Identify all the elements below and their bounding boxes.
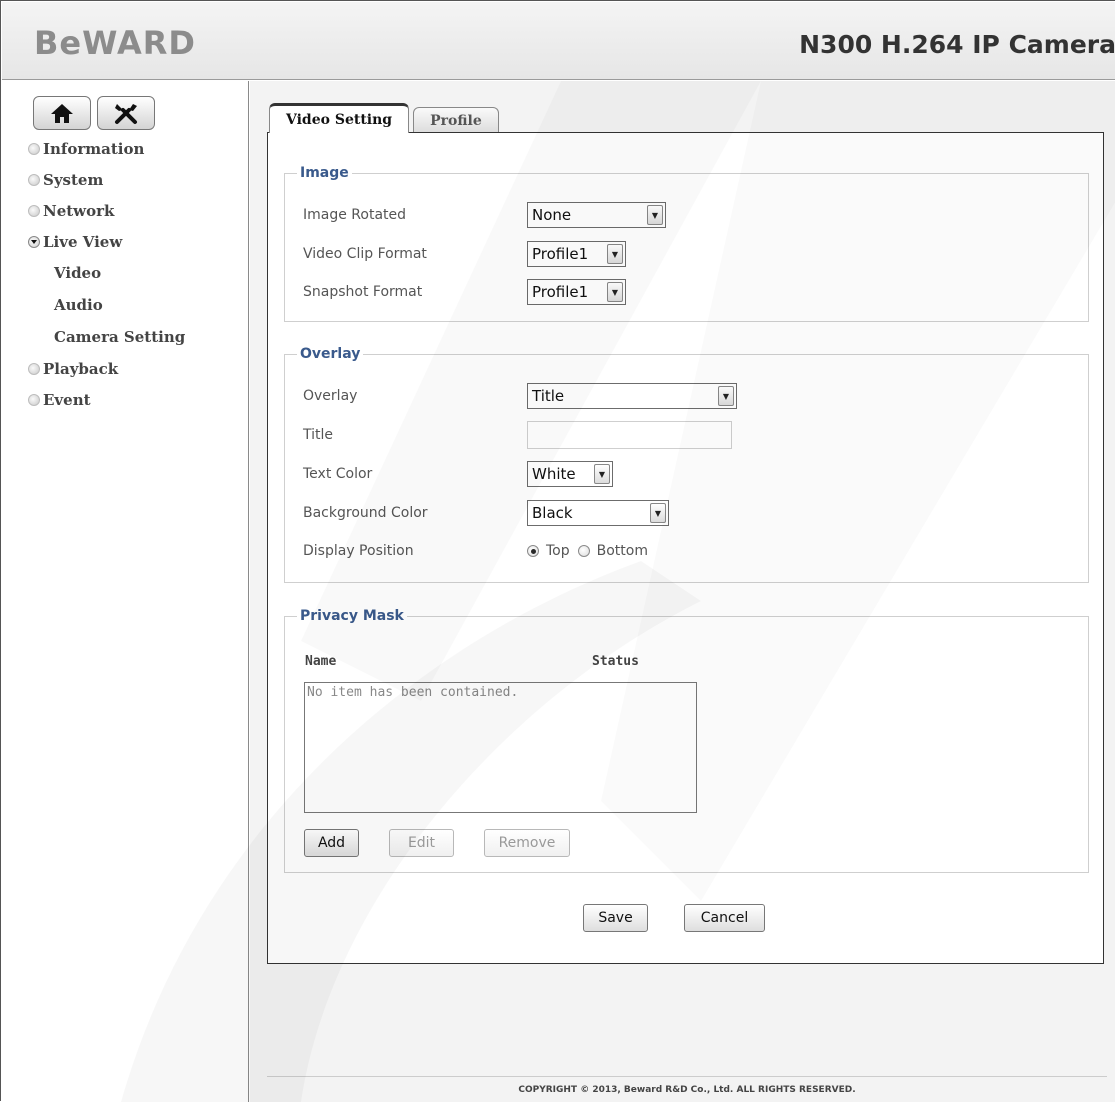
tab-bar: Video Setting Profile <box>269 103 499 133</box>
dropdown-arrow-icon: ▼ <box>650 503 666 523</box>
settings-panel: Image Image Rotated None ▼ Video Clip Fo… <box>267 132 1104 964</box>
snapshot-format-select[interactable]: Profile1 ▼ <box>527 279 626 305</box>
sidebar-item-information[interactable]: Information <box>28 133 185 164</box>
snapshot-format-row: Snapshot Format Profile1 ▼ <box>303 278 626 306</box>
video-clip-format-label: Video Clip Format <box>303 246 427 262</box>
background-color-label: Background Color <box>303 505 428 521</box>
tools-icon <box>115 104 137 124</box>
image-group: Image Image Rotated None ▼ Video Clip Fo… <box>284 165 1089 322</box>
text-color-row: Text Color White ▼ <box>303 460 613 488</box>
title-row: Title <box>303 421 732 449</box>
sidebar-nav: Information System Network Live View Vid… <box>28 133 185 415</box>
sidebar-item-label: System <box>43 170 104 189</box>
privacy-mask-legend: Privacy Mask <box>300 608 404 624</box>
title-label: Title <box>303 427 334 443</box>
position-top-radio[interactable] <box>527 545 539 557</box>
position-bottom-radio[interactable] <box>577 545 590 557</box>
tab-profile[interactable]: Profile <box>413 107 499 133</box>
bullet-icon <box>28 204 40 217</box>
title-input[interactable] <box>527 421 732 449</box>
sidebar-item-live-view[interactable]: Live View <box>28 226 185 257</box>
sidebar-item-playback[interactable]: Playback <box>28 353 185 384</box>
dropdown-arrow-icon: ▼ <box>718 386 734 406</box>
image-rotated-label: Image Rotated <box>303 207 407 223</box>
status-column-header: Status <box>592 654 639 669</box>
video-clip-format-row: Video Clip Format Profile1 ▼ <box>303 240 626 268</box>
snapshot-format-label: Snapshot Format <box>303 284 423 300</box>
app-window: BeWARD N300 H.264 IP Camera Information … <box>0 0 1115 1102</box>
bullet-icon <box>28 393 40 406</box>
empty-list-message: No item has been contained. <box>307 685 519 700</box>
background-color-select[interactable]: Black ▼ <box>527 500 669 526</box>
text-color-select[interactable]: White ▼ <box>527 461 613 487</box>
beward-logo: BeWARD <box>34 24 196 62</box>
sidebar-item-label: Information <box>43 139 145 158</box>
sidebar-subitem-video[interactable]: Video <box>28 257 185 289</box>
home-icon <box>51 104 73 123</box>
add-button[interactable]: Add <box>304 829 359 857</box>
privacy-mask-group: Privacy Mask Name Status No item has bee… <box>284 608 1089 873</box>
image-rotated-select[interactable]: None ▼ <box>527 202 666 228</box>
dropdown-arrow-icon: ▼ <box>607 244 623 264</box>
position-top-label: Top <box>546 543 570 559</box>
home-button[interactable] <box>33 96 91 130</box>
sidebar-item-label: Network <box>43 201 115 220</box>
bullet-icon <box>28 362 40 375</box>
position-bottom-label: Bottom <box>596 543 648 559</box>
sidebar: Information System Network Live View Vid… <box>2 81 249 1102</box>
overlay-group: Overlay Overlay Title ▼ Title Text Color… <box>284 346 1089 583</box>
name-column-header: Name <box>305 654 337 669</box>
dropdown-arrow-icon: ▼ <box>594 464 610 484</box>
settings-button[interactable] <box>97 96 155 130</box>
image-rotated-row: Image Rotated None ▼ <box>303 201 666 229</box>
edit-button[interactable]: Edit <box>389 829 454 857</box>
sidebar-item-label: Playback <box>43 359 119 378</box>
sidebar-subitem-camera-setting[interactable]: Camera Setting <box>28 321 185 353</box>
background-color-row: Background Color Black ▼ <box>303 499 669 527</box>
sidebar-item-label: Event <box>43 390 91 409</box>
sidebar-item-label: Live View <box>43 232 123 251</box>
overlay-select[interactable]: Title ▼ <box>527 383 737 409</box>
remove-button[interactable]: Remove <box>484 829 570 857</box>
image-legend: Image <box>300 165 349 181</box>
bullet-icon <box>28 142 40 155</box>
cancel-button[interactable]: Cancel <box>684 904 765 932</box>
tab-video-setting[interactable]: Video Setting <box>269 103 410 133</box>
product-title: N300 H.264 IP Camera <box>799 30 1115 59</box>
sidebar-item-event[interactable]: Event <box>28 384 185 415</box>
save-button[interactable]: Save <box>583 904 648 932</box>
expanded-arrow-icon <box>28 235 40 248</box>
display-position-row: Display Position Top Bottom <box>303 537 656 565</box>
sidebar-icon-buttons <box>33 96 155 130</box>
overlay-row: Overlay Title ▼ <box>303 382 737 410</box>
footer-divider <box>267 1076 1107 1077</box>
copyright-footer: COPYRIGHT © 2013, Beward R&D Co., Ltd. A… <box>518 1085 856 1095</box>
video-clip-format-select[interactable]: Profile1 ▼ <box>527 241 626 267</box>
sidebar-subitem-audio[interactable]: Audio <box>28 289 185 321</box>
overlay-label: Overlay <box>303 388 358 404</box>
privacy-mask-list[interactable]: No item has been contained. <box>304 682 697 813</box>
dropdown-arrow-icon: ▼ <box>647 205 663 225</box>
bullet-icon <box>28 173 40 186</box>
text-color-label: Text Color <box>303 466 373 482</box>
dropdown-arrow-icon: ▼ <box>607 282 623 302</box>
overlay-legend: Overlay <box>300 346 361 362</box>
sidebar-item-network[interactable]: Network <box>28 195 185 226</box>
display-position-label: Display Position <box>303 543 414 559</box>
sidebar-item-system[interactable]: System <box>28 164 185 195</box>
page-header: BeWARD N300 H.264 IP Camera <box>2 2 1115 80</box>
